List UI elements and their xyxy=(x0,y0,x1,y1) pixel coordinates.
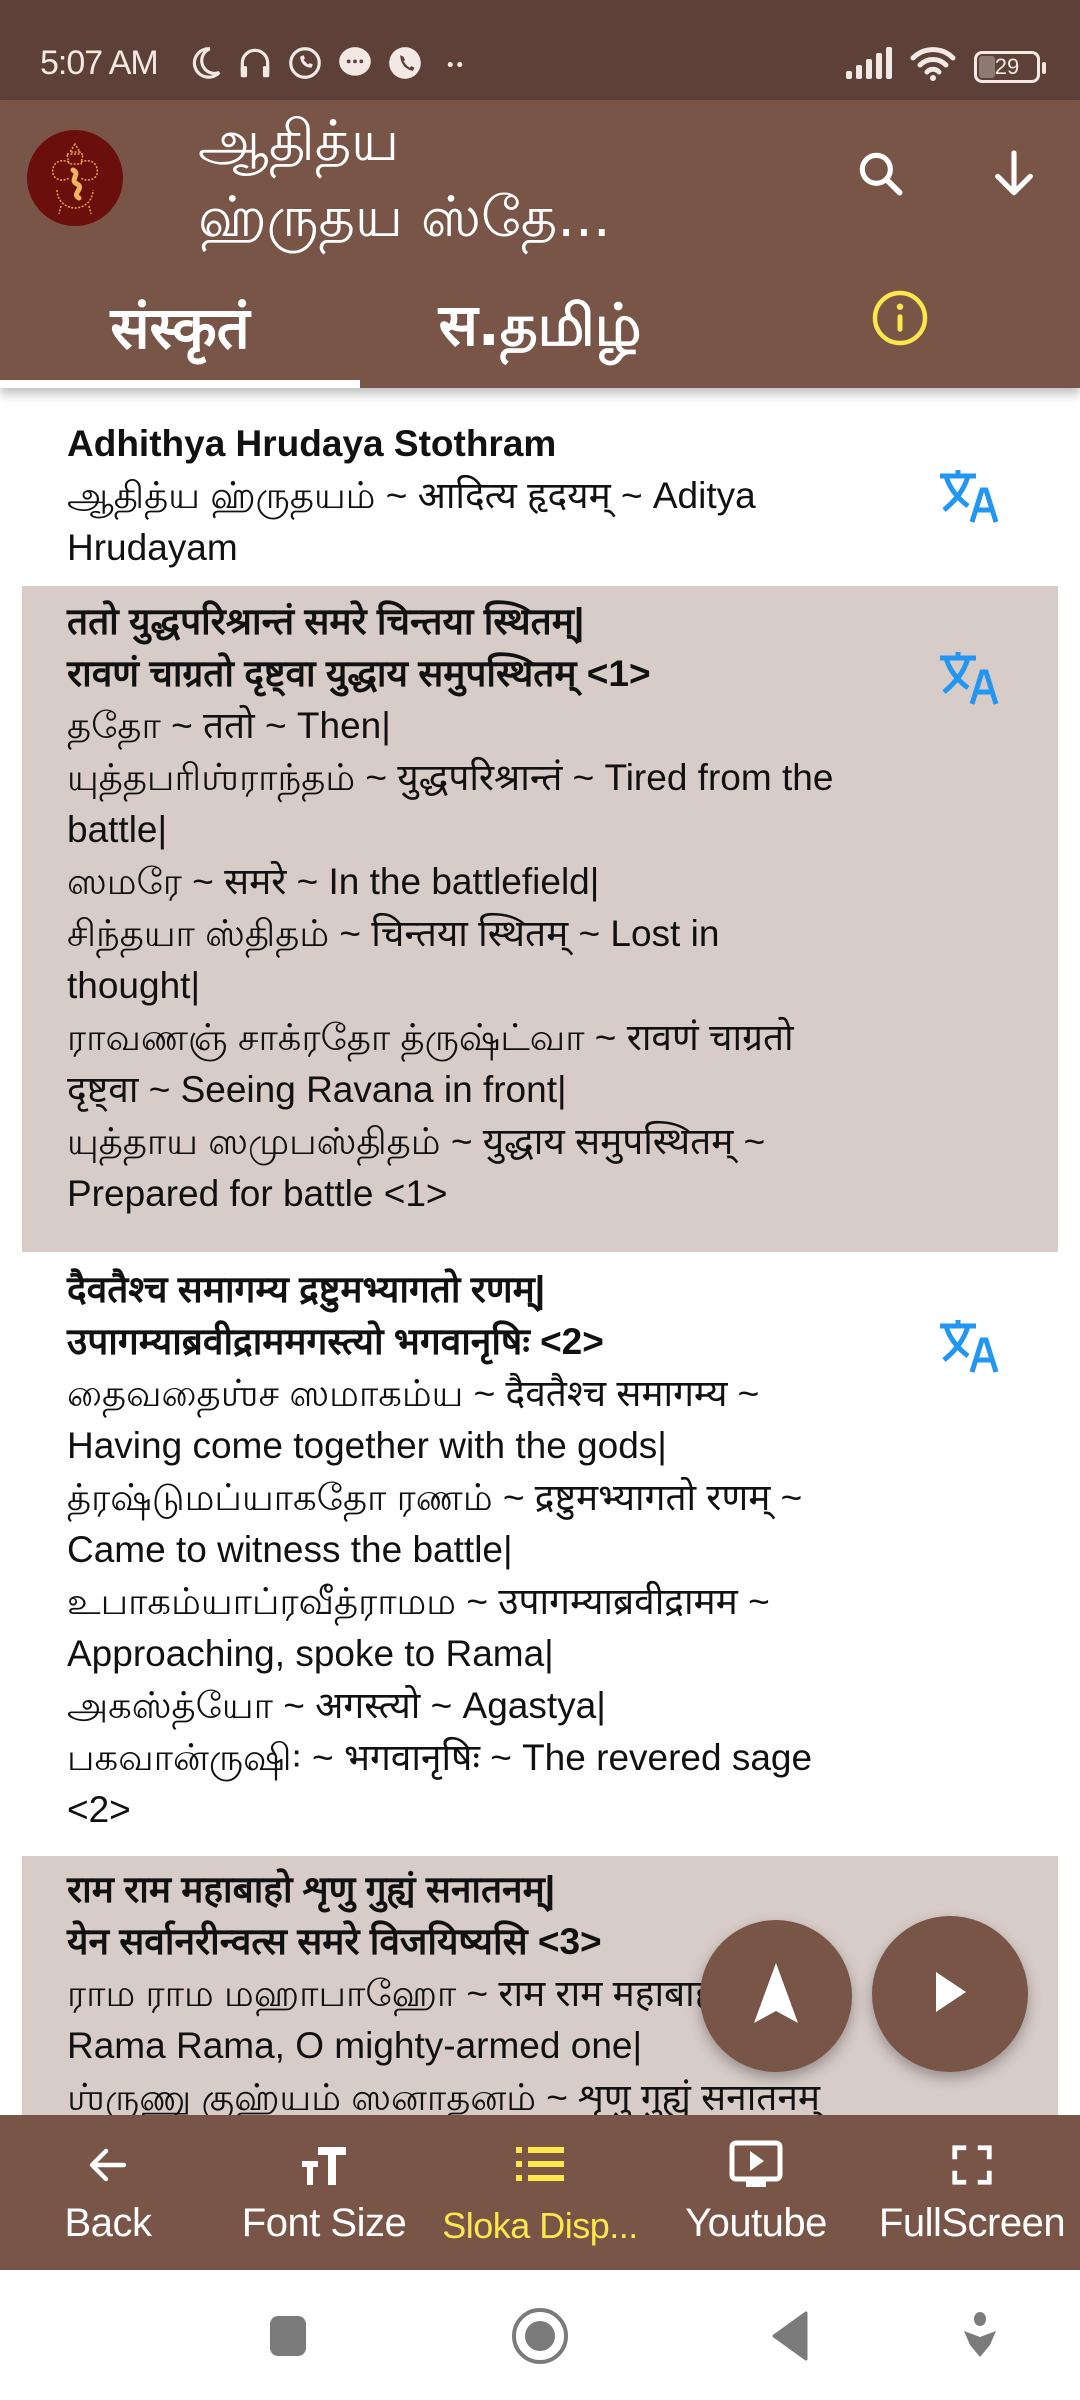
notification-icons xyxy=(186,44,474,82)
status-time: 5:07 AM xyxy=(40,44,159,82)
wifi-icon xyxy=(910,46,956,87)
tab-sanskrit-tamil-label: स.தமிழ் xyxy=(438,291,642,359)
stotra-subtitle-line: ஆதித்ய ஹ்ருதயம் ~ आदित्य हृदयम् ~ Aditya xyxy=(67,475,756,516)
nav-youtube-label: Youtube xyxy=(685,2201,827,2245)
meaning-line: दृष्ट्वा ~ Seeing Ravana in front| xyxy=(67,1069,567,1110)
meaning-line: த்ரஷ்டுமப்யாகதோ ரணம் ~ द्रष्टुमभ्यागतो र… xyxy=(67,1477,803,1518)
system-status-icons: 29 xyxy=(844,46,1046,87)
sloka-list[interactable]: Adhithya Hrudaya Stothram ஆதித்ய ஹ்ருதயம… xyxy=(0,388,1080,2115)
nav-back-label: Back xyxy=(64,2201,152,2245)
nav-sloka-display-label: Sloka Disp... xyxy=(442,2205,638,2246)
meaning-line: தைவதைஶ்ச ஸமாகம்ய ~ दैवतैश्च समागम्य ~ xyxy=(67,1373,760,1414)
meaning-line: யுத்தாய ஸமுபஸ்திதம் ~ युद्धाय समुपस्थितम… xyxy=(67,1121,766,1162)
page-title: ஆதித்ய ஹ்ருதய ஸ்தே... xyxy=(198,104,758,256)
more-dots-icon xyxy=(436,44,474,82)
status-bar: 5:07 AM 29 xyxy=(0,0,1080,100)
meaning-line: அகஸ்த்யோ ~ अगस्त्यो ~ Agastya| xyxy=(67,1685,606,1726)
battery-icon: 29 xyxy=(974,50,1046,83)
play-icon xyxy=(928,1968,972,2021)
list-icon xyxy=(512,2137,568,2193)
sloka-card[interactable]: दैवतैश्च समागम्य द्रष्टुमभ्यागतो रणम्| उ… xyxy=(22,1264,1058,1844)
whatsapp-icon xyxy=(286,44,324,82)
verse-line: रावणं चाग्रतो दृष्ट्वा युद्धाय समुपस्थित… xyxy=(67,653,651,694)
back-button[interactable] xyxy=(760,2308,820,2368)
tab-sanskrit-tamil[interactable]: स.தமிழ் xyxy=(360,262,720,388)
verse-line: उपागम्याब्रवीद्राममगस्त्यो भगवानृषिः <2> xyxy=(67,1321,604,1362)
search-button[interactable] xyxy=(845,140,917,212)
meaning-line: யுத்தபரிஶ்ராந்தம் ~ युद्धपरिश्रान्तं ~ T… xyxy=(67,757,834,798)
nav-fullscreen[interactable]: FullScreen xyxy=(864,2115,1080,2270)
stotra-subtitle-line: Hrudayam xyxy=(67,527,238,568)
selected-tab-indicator xyxy=(0,380,360,388)
scroll-up-fab[interactable] xyxy=(700,1920,852,2072)
headphones-icon xyxy=(236,44,274,82)
tab-sanskrit-label: संस्कृतं xyxy=(110,293,250,362)
recents-button[interactable] xyxy=(258,2308,318,2368)
meaning-line: பகவான்ருஷி꞉ ~ भगवानृषिः ~ The revered sa… xyxy=(67,1737,813,1778)
meaning-line: Having come together with the gods| xyxy=(67,1425,667,1466)
app-bar: ஆதித்ய ஹ்ருதய ஸ்தே... संस्कृतं स.தமிழ் xyxy=(0,100,1080,388)
signal-icon xyxy=(844,47,892,86)
ganesha-logo[interactable] xyxy=(27,130,123,226)
nav-sloka-display[interactable]: Sloka Disp... xyxy=(432,2115,648,2270)
meaning-line: ததோ ~ ततो ~ Then| xyxy=(67,705,391,746)
assistant-button[interactable] xyxy=(950,2308,1010,2368)
info-button[interactable] xyxy=(720,262,1080,388)
nav-font-size[interactable]: Font Size xyxy=(216,2115,432,2270)
fullscreen-icon xyxy=(944,2137,1000,2193)
title-line-2: ஹ்ருதய ஸ்தே... xyxy=(198,185,611,250)
home-icon xyxy=(510,2306,570,2371)
info-icon xyxy=(870,288,930,362)
verse-line: दैवतैश्च समागम्य द्रष्टुमभ्यागतो रणम्| xyxy=(67,1269,546,1310)
meaning-line: Prepared for battle <1> xyxy=(67,1173,448,1214)
search-icon xyxy=(853,146,909,207)
translate-button[interactable] xyxy=(936,648,1000,706)
translate-button[interactable] xyxy=(936,1316,1000,1374)
home-button[interactable] xyxy=(510,2306,570,2371)
translate-icon xyxy=(936,1320,1000,1378)
meaning-line: உபாகம்யாப்ரவீத்ராமம ~ उपागम्याब्रवीद्राम… xyxy=(67,1581,770,1622)
play-fab[interactable] xyxy=(872,1916,1028,2072)
recents-icon xyxy=(268,2314,308,2363)
system-navigation-bar xyxy=(0,2270,1080,2400)
youtube-icon xyxy=(728,2137,784,2193)
scroll-down-button[interactable] xyxy=(978,140,1050,212)
title-line-1: ஆதித்ய xyxy=(198,109,400,174)
verse-line: ततो युद्धपरिश्रान्तं समरे चिन्तया स्थितम… xyxy=(67,601,585,642)
sloka-card[interactable]: ततो युद्धपरिश्रान्तं समरे चिन्तया स्थितम… xyxy=(22,586,1058,1252)
bottom-navigation: Back Font Size Sloka Disp... Youtube Ful… xyxy=(0,2115,1080,2270)
nav-fullscreen-label: FullScreen xyxy=(878,2201,1066,2245)
meaning-line: Approaching, spoke to Rama| xyxy=(67,1633,554,1674)
translate-icon xyxy=(936,470,1000,528)
translate-button[interactable] xyxy=(936,466,1000,524)
stotra-title: Adhithya Hrudaya Stothram xyxy=(67,423,557,464)
phone-icon xyxy=(386,44,424,82)
moon-icon xyxy=(186,44,224,82)
verse-line: राम राम महाबाहो शृणु गुह्यं सनातनम्| xyxy=(67,1869,556,1910)
meaning-line: battle| xyxy=(67,809,168,850)
arrow-down-icon xyxy=(986,146,1042,207)
arrow-back-icon xyxy=(80,2137,136,2193)
meaning-line: ஸமரே ~ समरे ~ In the battlefield| xyxy=(67,861,600,902)
nav-back[interactable]: Back xyxy=(0,2115,216,2270)
meaning-line: Came to witness the battle| xyxy=(67,1529,513,1570)
meaning-line: சிந்தயா ஸ்திதம் ~ चिन्तया स्थितम् ~ Lost… xyxy=(67,913,720,954)
meaning-line: thought| xyxy=(67,965,201,1006)
nav-font-size-label: Font Size xyxy=(241,2201,407,2245)
meaning-line: <2> xyxy=(67,1789,131,1830)
back-triangle-icon xyxy=(770,2311,810,2366)
font-size-icon xyxy=(296,2137,352,2193)
translate-icon xyxy=(936,652,1000,710)
meaning-line: ராவணஞ் சாக்ரதோ த்ருஷ்ட்வா ~ रावणं चाग्रत… xyxy=(67,1017,794,1058)
language-tabs: संस्कृतं स.தமிழ் xyxy=(0,262,1080,388)
chat-bubble-icon xyxy=(336,44,374,82)
meaning-line: ஶ்ருணு குஹ்யம் ஸனாதனம் ~ शृणु गुह्यं सना… xyxy=(67,2077,821,2115)
nav-youtube[interactable]: Youtube xyxy=(648,2115,864,2270)
tab-sanskrit[interactable]: संस्कृतं xyxy=(0,262,360,388)
assistant-icon xyxy=(960,2311,1000,2366)
battery-level: 29 xyxy=(994,53,1020,79)
navigation-arrow-icon xyxy=(746,1959,806,2034)
stotra-header: Adhithya Hrudaya Stothram ஆதித்ய ஹ்ருதயம… xyxy=(22,418,1058,588)
